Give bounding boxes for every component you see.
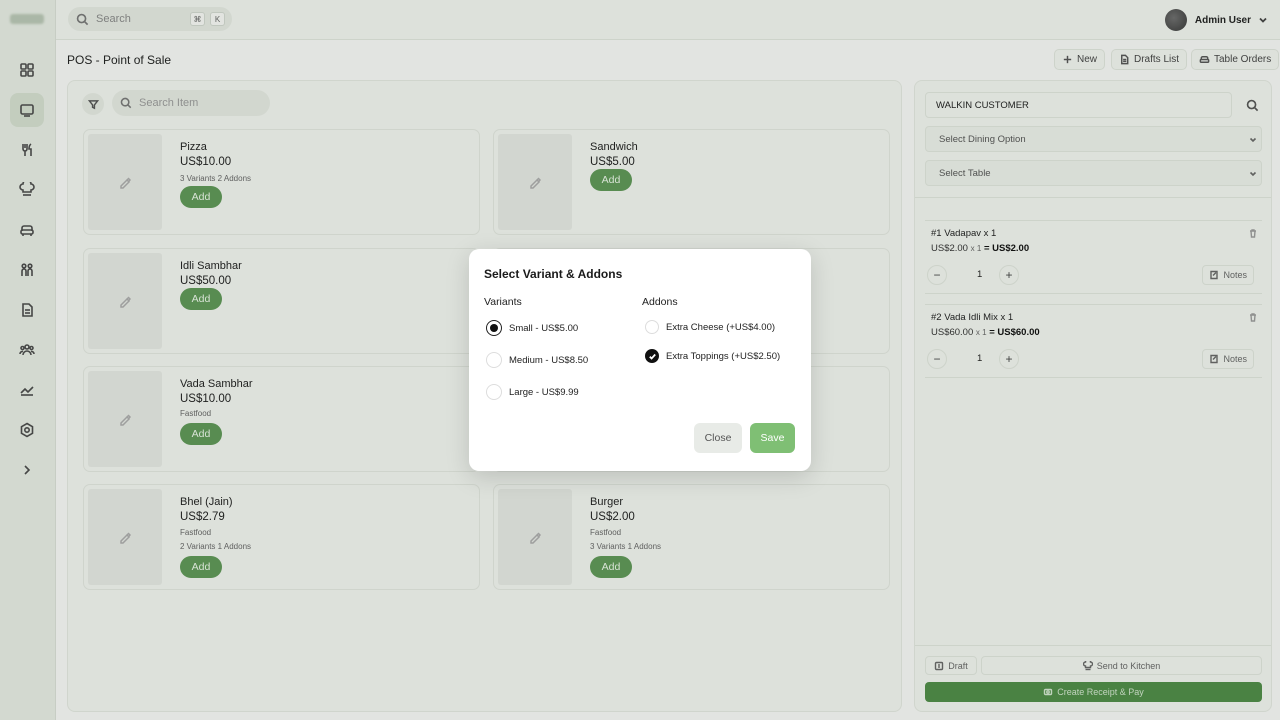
variant-label: Small - US$5.00 — [509, 322, 579, 334]
checkbox-checked[interactable] — [645, 349, 659, 363]
variant-option-small[interactable]: Small - US$5.00 — [486, 320, 578, 336]
checkbox-unchecked[interactable] — [645, 320, 659, 334]
save-button[interactable]: Save — [750, 423, 795, 453]
modal-title: Select Variant & Addons — [484, 267, 623, 281]
addon-option-extra-cheese[interactable]: Extra Cheese (+US$4.00) — [645, 320, 775, 334]
check-icon — [648, 353, 656, 360]
addon-label: Extra Cheese (+US$4.00) — [666, 321, 776, 333]
radio-unselected[interactable] — [486, 352, 502, 368]
variant-label: Medium - US$8.50 — [509, 354, 589, 366]
variant-label: Large - US$9.99 — [509, 386, 579, 398]
variant-option-medium[interactable]: Medium - US$8.50 — [486, 352, 588, 368]
close-button[interactable]: Close — [694, 423, 742, 453]
addon-option-extra-toppings[interactable]: Extra Toppings (+US$2.50) — [645, 349, 780, 363]
addons-heading: Addons — [642, 296, 678, 308]
variant-addons-modal: Select Variant & Addons Variants Addons … — [469, 249, 811, 471]
radio-selected[interactable] — [486, 320, 502, 336]
variants-heading: Variants — [484, 296, 522, 308]
variant-option-large[interactable]: Large - US$9.99 — [486, 384, 579, 400]
radio-unselected[interactable] — [486, 384, 502, 400]
addon-label: Extra Toppings (+US$2.50) — [666, 350, 781, 362]
